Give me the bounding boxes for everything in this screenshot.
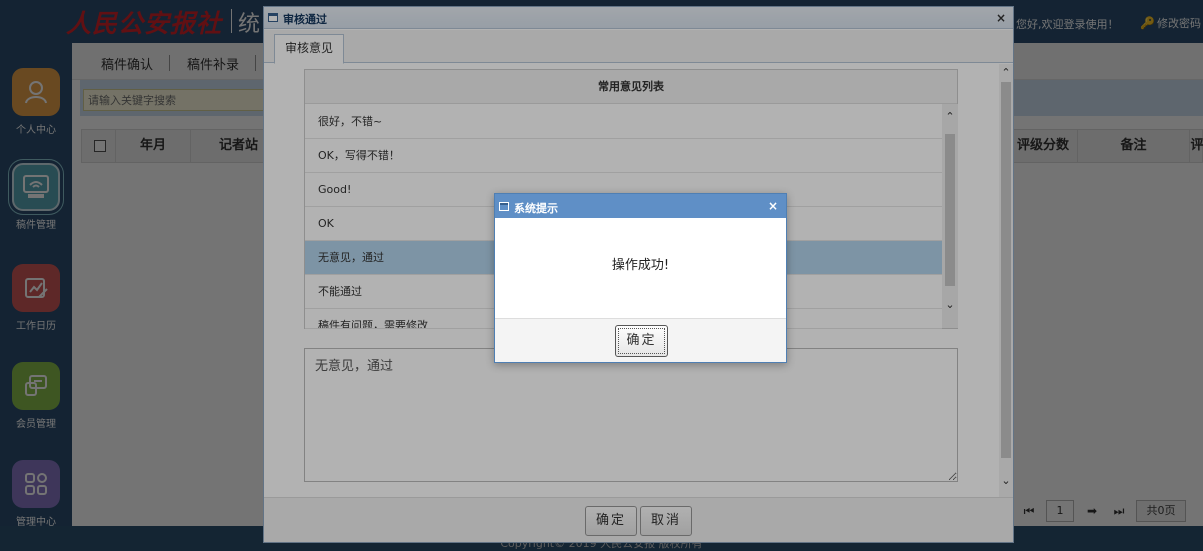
window-icon [499, 202, 509, 211]
close-icon[interactable]: × [768, 199, 778, 213]
message-dialog-title: 系统提示 [514, 202, 558, 215]
message-dialog-titlebar: 系统提示 × [495, 194, 786, 218]
system-message-dialog: 系统提示 × 操作成功! 确定 [494, 193, 787, 363]
message-text: 操作成功! [495, 218, 786, 318]
message-dialog-footer: 确定 [495, 318, 786, 362]
ok-button[interactable]: 确定 [615, 325, 668, 357]
